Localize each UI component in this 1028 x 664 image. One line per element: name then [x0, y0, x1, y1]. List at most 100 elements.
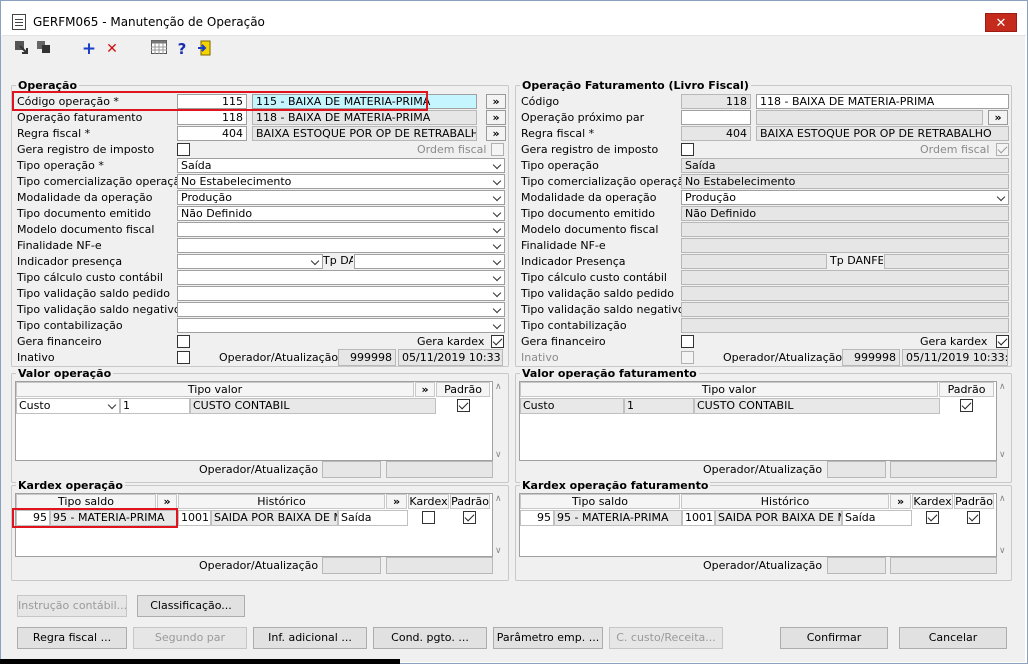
title-bar: GERFM065 - Manutenção de Operação ✕: [2, 2, 1026, 36]
valor-padrao-checkbox[interactable]: [457, 399, 470, 412]
cancelar-button[interactable]: Cancelar: [899, 627, 1007, 649]
kardex-tipo-codigo-cell[interactable]: 95: [16, 510, 50, 526]
tipo-validacao-pedido-select[interactable]: [177, 286, 505, 301]
operacao-proximo-par-input[interactable]: [681, 110, 751, 125]
operador-atualizacao-fat-label: Operador/Atualização: [723, 351, 843, 364]
gera-kardex-checkbox[interactable]: [491, 335, 504, 348]
codigo-operacao-input[interactable]: 115: [177, 94, 247, 109]
kardex-fat-operador-label: Operador/Atualização: [703, 559, 823, 572]
kardex-fat-header-historico: Histórico: [681, 494, 889, 509]
cond-pgto-button[interactable]: Cond. pgto. ...: [373, 627, 487, 649]
valor-operacao-fat-title: Valor operação faturamento: [520, 367, 699, 380]
ordem-fiscal-label: Ordem fiscal: [417, 143, 487, 156]
tipo-documento-select[interactable]: Não Definido: [177, 206, 505, 221]
tp-danfe-fat-field: [884, 254, 1009, 269]
valor-tipo-cell[interactable]: Custo: [16, 398, 120, 414]
add-icon[interactable]: +: [80, 40, 98, 58]
label-tipo-documento-fat: Tipo documento emitido: [521, 207, 655, 220]
valor-header-more[interactable]: »: [415, 382, 435, 397]
tipo-documento-fat-field: Não Definido: [681, 206, 1009, 221]
kardex-header-more-2[interactable]: »: [386, 494, 407, 509]
operacao-title: Operação: [16, 79, 80, 92]
exit-door-icon[interactable]: [196, 40, 214, 58]
valor-codigo-cell[interactable]: 1: [120, 398, 190, 414]
copy-icon[interactable]: [35, 40, 53, 58]
kardex-fat-hist-codigo-cell[interactable]: 1001: [682, 510, 715, 526]
operador-atualizacao-label: Operador/Atualização: [219, 351, 339, 364]
inativo-checkbox[interactable]: [177, 351, 190, 364]
tipo-validacao-negativo-select[interactable]: [177, 302, 505, 317]
kardex-fat-header-kardex: Kardex: [912, 494, 953, 509]
gera-registro-imposto-checkbox[interactable]: [177, 143, 190, 156]
label-tipo-comercializacao-fat: Tipo comercialização operação: [521, 175, 691, 188]
label-regra-fiscal-fat: Regra fiscal *: [521, 127, 595, 140]
kardex-header-more-1[interactable]: »: [157, 494, 177, 509]
import-icon[interactable]: [12, 40, 30, 58]
gera-kardex-label: Gera kardex: [417, 335, 485, 348]
kardex-scrollbar[interactable]: [493, 494, 506, 556]
kardex-kardex-checkbox[interactable]: [422, 511, 435, 524]
kardex-fat-padrao-checkbox[interactable]: [967, 511, 980, 524]
operacao-proximo-par-search-button[interactable]: »: [988, 110, 1008, 125]
delete-icon[interactable]: ✕: [103, 40, 121, 58]
modalidade-select[interactable]: Produção: [177, 190, 505, 205]
regra-fiscal-desc: BAIXA ESTOQUE POR OP DE RETRABALHO: [252, 126, 477, 141]
label-operacao-proximo-par: Operação próximo par: [521, 111, 645, 124]
valor-fat-desc-cell: CUSTO CONTABIL: [694, 398, 940, 414]
label-regra-fiscal: Regra fiscal *: [17, 127, 91, 140]
modelo-documento-select[interactable]: [177, 222, 505, 237]
tipo-comercializacao-select[interactable]: No Estabelecimento: [177, 174, 505, 189]
confirmar-button[interactable]: Confirmar: [780, 627, 888, 649]
finalidade-nfe-select[interactable]: [177, 238, 505, 253]
kardex-fat-header-padrao: Padrão: [954, 494, 994, 509]
modalidade-fat-select[interactable]: Produção: [681, 190, 1009, 205]
label-indicador-presenca-fat: Indicador Presença: [521, 255, 626, 268]
kardex-fat-kardex-checkbox[interactable]: [926, 511, 939, 524]
finalidade-nfe-fat-field: [681, 238, 1009, 253]
kardex-fat-header-more[interactable]: »: [890, 494, 911, 509]
tipo-calculo-custo-select[interactable]: [177, 270, 505, 285]
gera-financeiro-fat-checkbox[interactable]: [681, 335, 694, 348]
kardex-header-tipo: Tipo saldo: [16, 494, 156, 509]
kardex-header-kardex: Kardex: [408, 494, 449, 509]
valor-fat-padrao-checkbox[interactable]: [960, 399, 973, 412]
kardex-fat-movimento-cell[interactable]: Saída: [842, 510, 912, 526]
operacao-faturamento-search-button[interactable]: »: [486, 110, 506, 125]
regra-fiscal-input[interactable]: 404: [177, 126, 247, 141]
tp-danfe-fat-label: Tp DANFE: [827, 254, 883, 269]
kardex-fat-scrollbar[interactable]: [997, 494, 1010, 556]
window-title: GERFM065 - Manutenção de Operação: [33, 15, 265, 29]
regra-fiscal-search-button[interactable]: »: [486, 126, 506, 141]
operacao-faturamento-input[interactable]: 118: [177, 110, 247, 125]
tp-danfe-select[interactable]: [354, 254, 505, 269]
valor-fat-scrollbar[interactable]: [997, 382, 1010, 460]
inf-adicional-button[interactable]: Inf. adicional ...: [253, 627, 367, 649]
kardex-hist-codigo-cell[interactable]: 1001: [178, 510, 211, 526]
valor-scrollbar[interactable]: [493, 382, 506, 460]
label-gera-registro-imposto-fat: Gera registro de imposto: [521, 143, 659, 156]
kardex-movimento-cell[interactable]: Saída: [338, 510, 408, 526]
label-tipo-calculo-custo: Tipo cálculo custo contábil: [17, 271, 163, 284]
codigo-operacao-search-button[interactable]: »: [486, 94, 506, 109]
valor-fat-codigo-cell: 1: [624, 398, 694, 414]
kardex-padrao-checkbox[interactable]: [463, 511, 476, 524]
kardex-fat-tipo-codigo-cell[interactable]: 95: [520, 510, 554, 526]
label-tipo-validacao-pedido-fat: Tipo validação saldo pedido: [521, 287, 674, 300]
valor-operacao-title: Valor operação: [16, 367, 114, 380]
kardex-operador-label: Operador/Atualização: [199, 559, 319, 572]
regra-fiscal-button[interactable]: Regra fiscal ...: [17, 627, 127, 649]
label-finalidade-nfe-fat: Finalidade NF-e: [521, 239, 606, 252]
gera-registro-imposto-fat-checkbox[interactable]: [681, 143, 694, 156]
gera-kardex-fat-checkbox[interactable]: [996, 335, 1009, 348]
indicador-presenca-select[interactable]: [177, 254, 323, 269]
calendar-icon[interactable]: [150, 40, 168, 58]
gera-financeiro-checkbox[interactable]: [177, 335, 190, 348]
tipo-contabilizacao-select[interactable]: [177, 318, 505, 333]
classificacao-button[interactable]: Classificação...: [137, 595, 245, 617]
valor-fat-operador-label: Operador/Atualização: [703, 463, 823, 476]
close-button[interactable]: ✕: [985, 13, 1017, 32]
help-icon[interactable]: ?: [173, 40, 191, 58]
parametro-emp-button[interactable]: Parâmetro emp. ...: [493, 627, 603, 649]
instrucao-contabil-button: Instrução contábil...: [17, 595, 127, 617]
tipo-operacao-select[interactable]: Saída: [177, 158, 505, 173]
